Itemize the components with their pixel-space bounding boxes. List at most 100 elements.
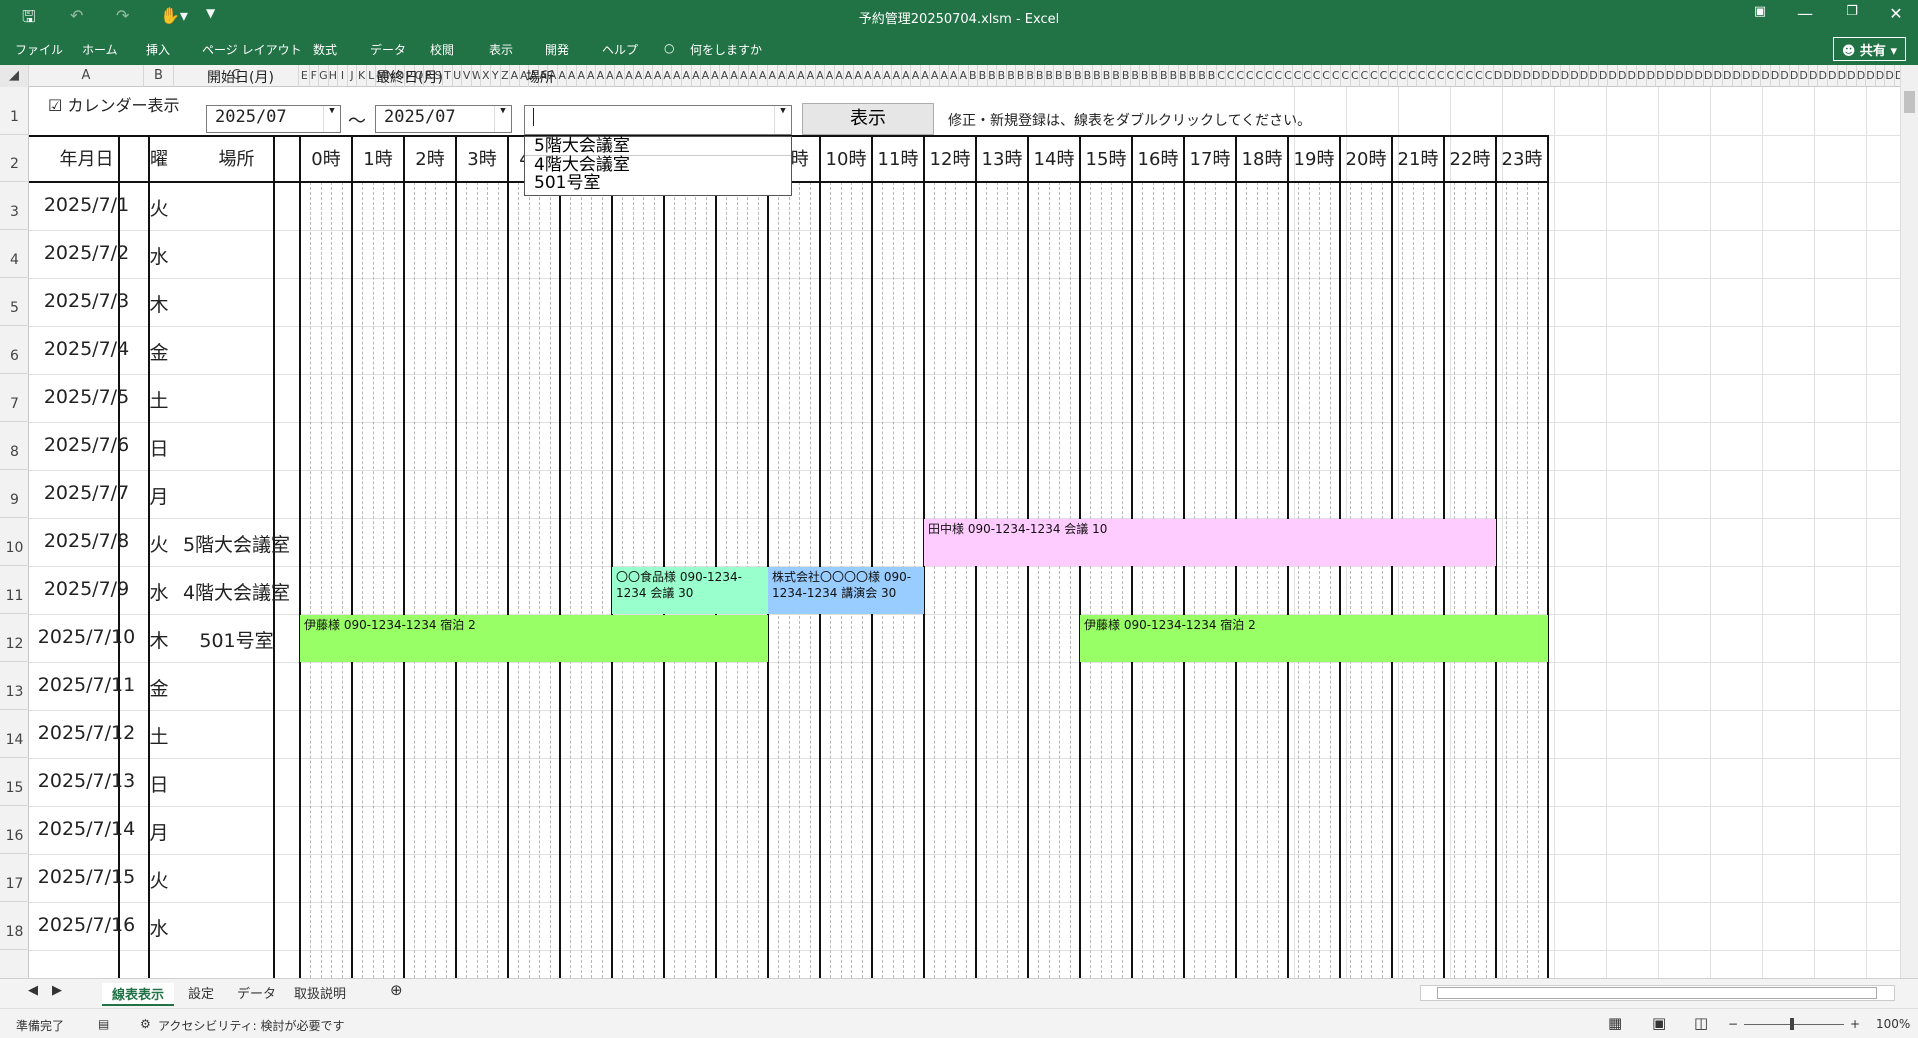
col-header[interactable]: B <box>1169 65 1179 87</box>
row-header[interactable]: 10 <box>0 518 29 566</box>
col-header[interactable]: D <box>1713 65 1723 87</box>
row-header[interactable]: 7 <box>0 374 29 422</box>
share-button[interactable]: ☻ 共有 ▾ <box>1832 37 1906 61</box>
col-header[interactable]: D <box>1780 65 1790 87</box>
col-header[interactable]: A <box>892 65 902 87</box>
horizontal-scrollbar[interactable] <box>1420 985 1895 1001</box>
accessibility-status[interactable]: アクセシビリティ: 検討が必要です <box>158 1017 345 1034</box>
weekday-cell[interactable]: 金 <box>144 338 174 365</box>
col-header[interactable]: J <box>348 65 358 87</box>
col-header[interactable]: A <box>921 65 931 87</box>
col-header[interactable]: A <box>587 65 597 87</box>
col-header[interactable]: D <box>1627 65 1638 87</box>
schedule-grid[interactable]: 年月日曜場所0時1時2時3時4時5時6時7時8時9時10時11時12時13時14… <box>29 87 1918 978</box>
col-header[interactable]: C <box>1265 65 1275 87</box>
col-header[interactable]: Y <box>491 65 501 87</box>
tab-help[interactable]: ヘルプ <box>602 41 638 58</box>
col-header[interactable]: C <box>1370 65 1380 87</box>
col-header[interactable]: C <box>1226 65 1236 87</box>
zoom-slider[interactable] <box>1744 1024 1844 1025</box>
col-header[interactable]: D <box>1847 65 1857 87</box>
end-date-combobox[interactable]: 2025/07 ▼ <box>375 105 512 133</box>
col-header[interactable]: A <box>768 65 778 87</box>
col-header[interactable]: D <box>1742 65 1752 87</box>
col-header[interactable]: D <box>1704 65 1714 87</box>
col-header[interactable]: L <box>367 65 377 87</box>
page-layout-view-icon[interactable]: ▣ <box>1652 1014 1666 1032</box>
booking-bar[interactable]: 伊藤様 090-1234-1234 宿泊 2 <box>300 615 768 662</box>
col-header[interactable]: D <box>1656 65 1666 87</box>
col-header[interactable]: A <box>873 65 883 87</box>
col-header[interactable]: B <box>1054 65 1065 87</box>
col-header[interactable]: D <box>1866 65 1876 87</box>
date-cell[interactable]: 2025/7/9 <box>29 578 144 600</box>
sheet-tab-settings[interactable]: 設定 <box>188 983 214 1002</box>
col-header[interactable]: F <box>310 65 320 87</box>
col-header[interactable]: C <box>1274 65 1284 87</box>
col-header[interactable]: D <box>1876 65 1886 87</box>
add-sheet-icon[interactable]: ⊕ <box>390 981 403 999</box>
zoom-level[interactable]: 100% <box>1876 1017 1910 1031</box>
col-header[interactable]: D <box>1857 65 1867 87</box>
place-option[interactable]: 501号室 <box>525 174 791 192</box>
col-header[interactable]: C <box>1408 65 1418 87</box>
col-header[interactable]: B <box>978 65 988 87</box>
col-header[interactable]: A <box>720 65 730 87</box>
col-header[interactable]: C <box>1417 65 1427 87</box>
col-header[interactable]: A <box>940 65 950 87</box>
col-header[interactable]: B <box>1093 65 1103 87</box>
col-header[interactable]: A <box>644 65 654 87</box>
date-cell[interactable]: 2025/7/10 <box>29 626 144 648</box>
col-header[interactable]: C <box>1475 65 1485 87</box>
normal-view-icon[interactable]: ▦ <box>1608 1014 1622 1032</box>
col-header[interactable]: D <box>1647 65 1657 87</box>
col-header[interactable]: A <box>844 65 854 87</box>
weekday-cell[interactable]: 金 <box>144 674 174 701</box>
zoom-slider-thumb[interactable] <box>1790 1018 1794 1030</box>
col-header[interactable]: B <box>1083 65 1093 87</box>
weekday-cell[interactable]: 火 <box>144 194 174 221</box>
prev-sheet-icon[interactable]: ◀ <box>28 983 38 998</box>
col-header[interactable]: A <box>711 65 721 87</box>
booking-bar[interactable]: 株式会社〇〇〇〇様 090-1234-1234 講演会 30 <box>768 567 924 614</box>
place-cell[interactable]: 5階大会議室 <box>174 530 299 557</box>
col-header[interactable]: D <box>1570 65 1580 87</box>
date-cell[interactable]: 2025/7/1 <box>29 194 144 216</box>
date-cell[interactable]: 2025/7/6 <box>29 434 144 456</box>
date-cell[interactable]: 2025/7/4 <box>29 338 144 360</box>
col-header[interactable]: C <box>1245 65 1256 87</box>
row-header[interactable]: 12 <box>0 614 29 662</box>
col-header[interactable]: D <box>1675 65 1685 87</box>
start-date-combobox[interactable]: 2025/07 ▼ <box>206 105 341 133</box>
row-header[interactable]: 15 <box>0 758 29 806</box>
col-header[interactable]: D <box>1790 65 1800 87</box>
col-header[interactable]: D <box>1666 65 1676 87</box>
col-header[interactable]: C <box>1389 65 1399 87</box>
col-header[interactable]: B <box>1074 65 1084 87</box>
col-header[interactable]: B <box>988 65 998 87</box>
row-header[interactable]: 8 <box>0 422 29 470</box>
col-header[interactable]: A <box>758 65 768 87</box>
col-header[interactable]: D <box>1522 65 1532 87</box>
col-header[interactable]: B <box>1160 65 1170 87</box>
col-header[interactable]: C <box>1293 65 1303 87</box>
col-header[interactable]: C <box>1379 65 1389 87</box>
col-header[interactable]: A <box>510 65 520 87</box>
col-header[interactable]: C <box>1255 65 1265 87</box>
col-header[interactable]: A <box>806 65 816 87</box>
col-header[interactable]: U <box>453 65 463 87</box>
col-header[interactable]: Z <box>501 65 511 87</box>
col-header[interactable]: A <box>606 65 616 87</box>
col-header[interactable]: D <box>1532 65 1542 87</box>
col-header[interactable]: A <box>558 65 568 87</box>
ribbon-display-icon[interactable]: ▣ <box>1740 4 1780 19</box>
col-header[interactable]: A <box>634 65 644 87</box>
col-header[interactable]: D <box>1761 65 1771 87</box>
col-header[interactable]: D <box>1838 65 1848 87</box>
col-header[interactable]: A <box>692 65 702 87</box>
calendar-checkbox[interactable]: ☑ カレンダー表示 <box>48 92 179 116</box>
col-header[interactable]: D <box>1542 65 1552 87</box>
col-header[interactable]: D <box>1733 65 1743 87</box>
row-header[interactable]: 2 <box>0 135 29 182</box>
col-header[interactable]: B <box>1198 65 1208 87</box>
